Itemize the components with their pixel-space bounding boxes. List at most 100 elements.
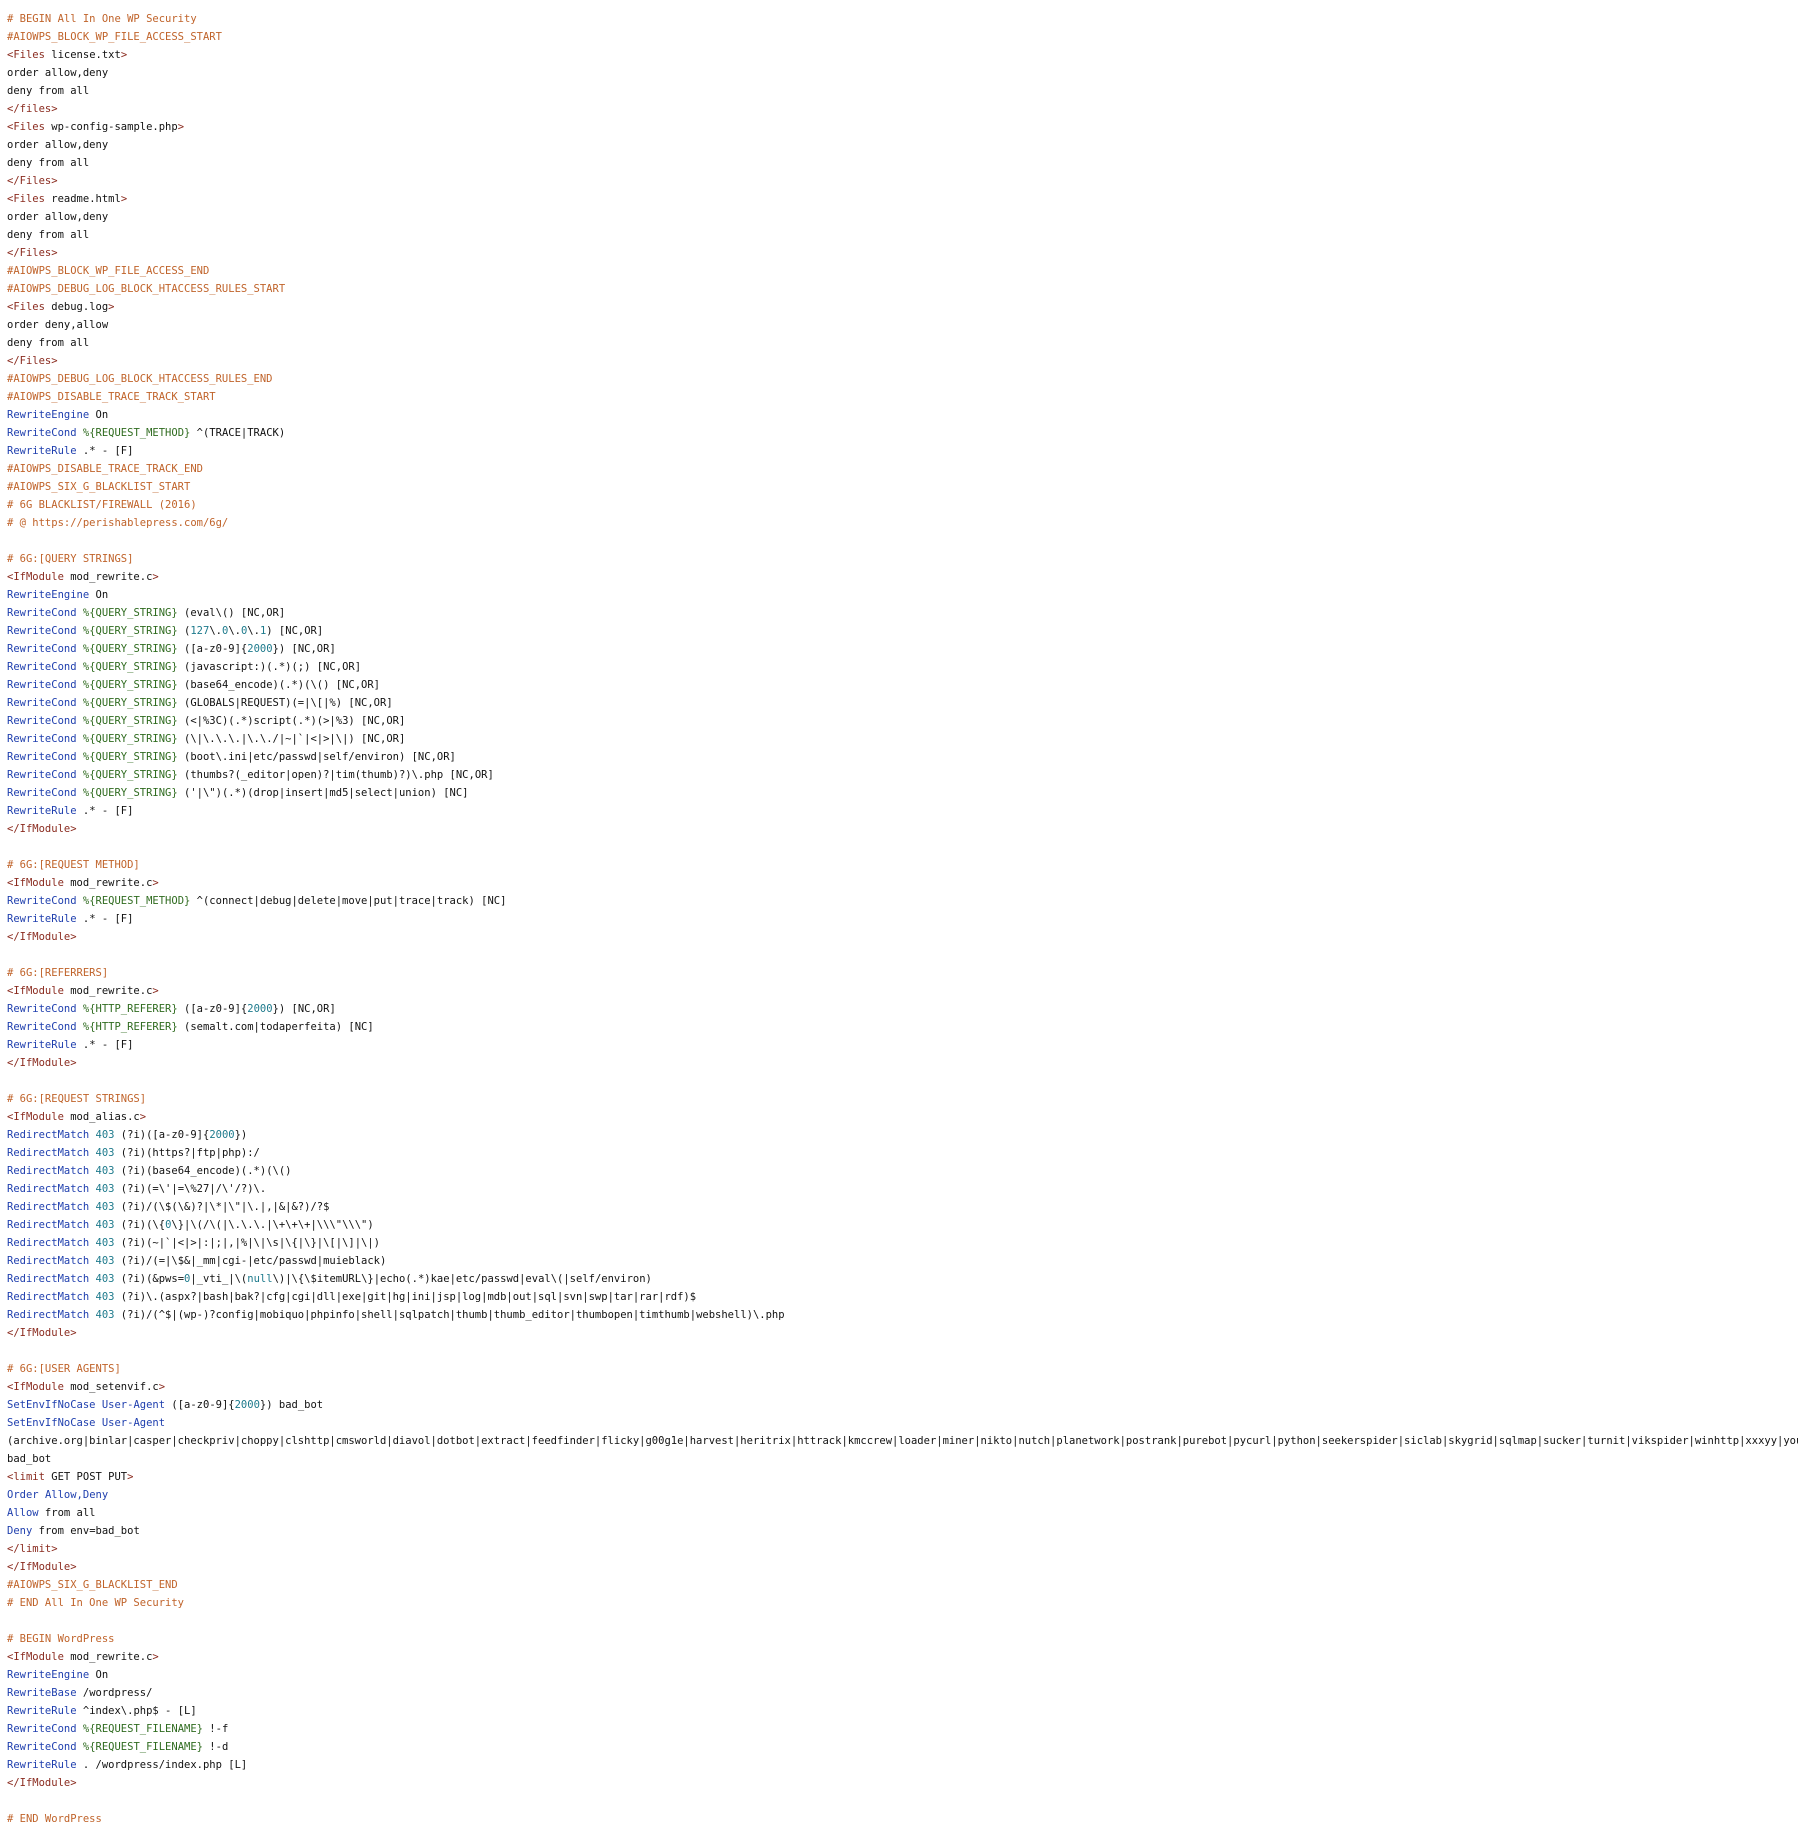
code-line: RedirectMatch 403 (?i)(~|`|<|>|:|;|,|%|\… bbox=[7, 1234, 1798, 1252]
code-token: . /wordpress/index.php [L] bbox=[76, 1759, 248, 1771]
code-token: bad_bot bbox=[7, 1453, 52, 1465]
code-token: RewriteCond bbox=[7, 1021, 77, 1033]
code-line: <IfModule mod_rewrite.c> bbox=[7, 1648, 1798, 1666]
code-token: </Files> bbox=[7, 355, 58, 367]
code-token: 403 bbox=[95, 1129, 115, 1141]
code-line: RewriteCond %{REQUEST_FILENAME} !-f bbox=[7, 1720, 1798, 1738]
code-token: <Files bbox=[7, 49, 52, 61]
code-token: 403 bbox=[95, 1255, 115, 1267]
code-token: RewriteCond bbox=[7, 787, 77, 799]
code-line: <limit GET POST PUT> bbox=[7, 1468, 1798, 1486]
code-line: </IfModule> bbox=[7, 1558, 1798, 1576]
code-token: (base64_encode)(.*)(\() [NC,OR] bbox=[177, 679, 380, 691]
code-line: # 6G:[USER AGENTS] bbox=[7, 1360, 1798, 1378]
code-token: RewriteCond bbox=[7, 625, 77, 637]
code-token: (?i)\.(aspx?|bash|bak?|cfg|cgi|dll|exe|g… bbox=[114, 1291, 697, 1303]
code-token: %{QUERY_STRING} bbox=[82, 715, 178, 727]
code-token: GET POST PUT bbox=[51, 1471, 128, 1483]
code-token: # 6G:[REFERRERS] bbox=[7, 967, 109, 979]
code-token: .* - [F] bbox=[76, 1039, 134, 1051]
code-token: 403 bbox=[95, 1237, 115, 1249]
code-token: RewriteRule bbox=[7, 445, 77, 457]
code-token: # 6G:[QUERY STRINGS] bbox=[7, 553, 134, 565]
code-token: %{HTTP_REFERER} bbox=[82, 1003, 178, 1015]
code-line: RewriteRule .* - [F] bbox=[7, 910, 1798, 928]
code-token: </IfModule> bbox=[7, 1777, 77, 1789]
code-token: Allow bbox=[7, 1507, 39, 1519]
code-token: </IfModule> bbox=[7, 1561, 77, 1573]
code-token: from all bbox=[38, 1507, 96, 1519]
code-token: RewriteCond bbox=[7, 733, 77, 745]
code-token: RewriteRule bbox=[7, 805, 77, 817]
code-token: </IfModule> bbox=[7, 1057, 77, 1069]
code-line: </IfModule> bbox=[7, 928, 1798, 946]
code-line: RedirectMatch 403 (?i)(base64_encode)(.*… bbox=[7, 1162, 1798, 1180]
code-token: RewriteCond bbox=[7, 607, 77, 619]
code-token: RewriteEngine bbox=[7, 409, 90, 421]
code-token: %{QUERY_STRING} bbox=[82, 643, 178, 655]
code-token: %{REQUEST_FILENAME} bbox=[82, 1723, 203, 1735]
code-line: #AIOWPS_DISABLE_TRACE_TRACK_START bbox=[7, 388, 1798, 406]
code-token: RewriteEngine bbox=[7, 1669, 90, 1681]
code-token: (?i)(\{ bbox=[114, 1219, 166, 1231]
code-line: <Files license.txt> bbox=[7, 46, 1798, 64]
code-token: RedirectMatch bbox=[7, 1201, 90, 1213]
code-line: RewriteCond %{REQUEST_FILENAME} !-d bbox=[7, 1738, 1798, 1756]
code-token: RewriteRule bbox=[7, 1039, 77, 1051]
code-token: RedirectMatch bbox=[7, 1183, 90, 1195]
code-token: On bbox=[89, 589, 109, 601]
code-token: </limit> bbox=[7, 1543, 58, 1555]
code-token: 127 bbox=[190, 625, 210, 637]
code-token: </IfModule> bbox=[7, 823, 77, 835]
code-token: User-Agent bbox=[101, 1399, 166, 1411]
code-line: Allow from all bbox=[7, 1504, 1798, 1522]
code-token: > bbox=[177, 121, 185, 133]
code-line: RewriteCond %{QUERY_STRING} (GLOBALS|REQ… bbox=[7, 694, 1798, 712]
code-line: RedirectMatch 403 (?i)([a-z0-9]{2000}) bbox=[7, 1126, 1798, 1144]
code-token: .* - [F] bbox=[76, 913, 134, 925]
code-token: ([a-z0-9]{ bbox=[177, 1003, 248, 1015]
code-line: RedirectMatch 403 (?i)(=\'|=\%27|/\'/?)\… bbox=[7, 1180, 1798, 1198]
code-token: (thumbs?(_editor|open)?|tim(thumb)?)\.ph… bbox=[177, 769, 494, 781]
code-line: RewriteCond %{QUERY_STRING} ([a-z0-9]{20… bbox=[7, 640, 1798, 658]
code-token: RewriteCond bbox=[7, 895, 77, 907]
code-token: # 6G:[REQUEST METHOD] bbox=[7, 859, 140, 871]
htaccess-code-view: # BEGIN All In One WP Security #AIOWPS_BL… bbox=[7, 10, 1798, 1828]
code-token: RewriteRule bbox=[7, 1705, 77, 1717]
code-token: RewriteCond bbox=[7, 697, 77, 709]
code-token: </IfModule> bbox=[7, 1327, 77, 1339]
code-line: <Files wp-config-sample.php> bbox=[7, 118, 1798, 136]
code-line: </Files> bbox=[7, 172, 1798, 190]
code-token: 2000 bbox=[247, 1003, 273, 1015]
code-line: # BEGIN All In One WP Security bbox=[7, 10, 1798, 28]
code-line: Deny from env=bad_bot bbox=[7, 1522, 1798, 1540]
code-token: .* - [F] bbox=[76, 445, 134, 457]
code-token: RedirectMatch bbox=[7, 1273, 90, 1285]
code-token: |_vti_|\( bbox=[190, 1273, 248, 1285]
code-token: %{QUERY_STRING} bbox=[82, 661, 178, 673]
code-line: </Files> bbox=[7, 352, 1798, 370]
code-line: # END All In One WP Security bbox=[7, 1594, 1798, 1612]
code-line: </IfModule> bbox=[7, 1054, 1798, 1072]
code-line: </IfModule> bbox=[7, 1324, 1798, 1342]
code-line: </IfModule> bbox=[7, 1774, 1798, 1792]
code-token: RewriteEngine bbox=[7, 589, 90, 601]
code-line: #AIOWPS_BLOCK_WP_FILE_ACCESS_START bbox=[7, 28, 1798, 46]
code-line: RewriteCond %{QUERY_STRING} (<|%3C)(.*)s… bbox=[7, 712, 1798, 730]
code-token: %{QUERY_STRING} bbox=[82, 733, 178, 745]
code-token: # @ https://perishablepress.com/6g/ bbox=[7, 517, 229, 529]
code-token: 403 bbox=[95, 1183, 115, 1195]
code-token: RedirectMatch bbox=[7, 1129, 90, 1141]
code-token: # END WordPress bbox=[7, 1813, 102, 1825]
code-token: \. bbox=[228, 625, 241, 637]
code-token: SetEnvIfNoCase bbox=[7, 1399, 96, 1411]
code-line: # 6G:[QUERY STRINGS] bbox=[7, 550, 1798, 568]
code-token: order allow,deny bbox=[7, 139, 109, 151]
code-token: wp-config-sample.php bbox=[51, 121, 178, 133]
code-line: RedirectMatch 403 (?i)(\{0\}|\(/\(|\.\.\… bbox=[7, 1216, 1798, 1234]
code-token: (?i)(=\'|=\%27|/\'/?)\. bbox=[114, 1183, 267, 1195]
